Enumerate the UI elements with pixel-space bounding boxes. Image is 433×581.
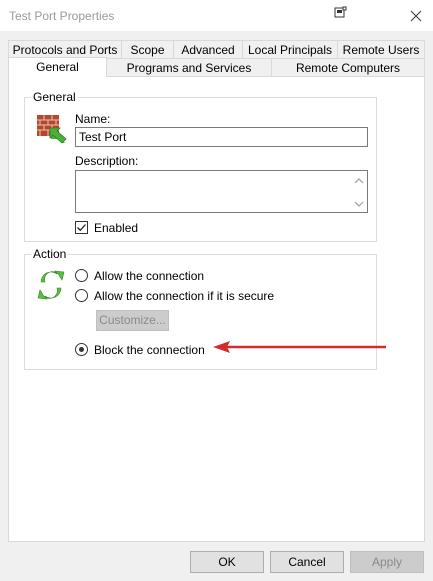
general-group-title: General — [31, 90, 78, 104]
help-icon[interactable] — [333, 6, 347, 20]
allow-connection-radio[interactable] — [75, 269, 88, 282]
description-label: Description: — [75, 154, 139, 168]
action-group-title: Action — [31, 247, 69, 261]
allow-secure-label: Allow the connection if it is secure — [94, 289, 275, 303]
general-group: General Name: Test Port Description: Ena… — [24, 90, 377, 242]
apply-button[interactable]: Apply — [350, 551, 424, 573]
annotation-arrow-icon — [213, 341, 386, 353]
name-label: Name: — [75, 112, 111, 126]
tab-panel: General Name: Test Port Description: Ena… — [8, 76, 425, 542]
scroll-up-icon[interactable] — [354, 177, 364, 185]
enabled-checkbox[interactable] — [75, 221, 88, 234]
name-field[interactable]: Test Port — [75, 127, 368, 147]
close-button[interactable] — [405, 5, 427, 27]
description-field[interactable] — [75, 170, 368, 213]
checkmark-icon — [77, 224, 86, 232]
block-connection-radio[interactable] — [75, 343, 88, 356]
customize-button[interactable]: Customize... — [96, 310, 169, 331]
scroll-down-icon[interactable] — [354, 200, 364, 208]
allow-secure-radio[interactable] — [75, 289, 88, 302]
tab-remote-users[interactable]: Remote Users — [337, 40, 425, 59]
tab-scope[interactable]: Scope — [121, 40, 174, 59]
allow-connection-label: Allow the connection — [94, 269, 205, 283]
ok-button[interactable]: OK — [190, 551, 264, 573]
close-icon — [410, 10, 422, 22]
window-title: Test Port Properties — [9, 9, 115, 23]
refresh-arrows-icon — [35, 268, 67, 302]
cancel-button[interactable]: Cancel — [270, 551, 344, 573]
tab-general[interactable]: General — [8, 57, 107, 77]
title-bar: Test Port Properties — [0, 0, 433, 32]
tab-programs-and-services[interactable]: Programs and Services — [106, 58, 272, 77]
tab-local-principals[interactable]: Local Principals — [242, 40, 338, 59]
tab-remote-computers[interactable]: Remote Computers — [271, 58, 425, 77]
block-connection-label: Block the connection — [94, 343, 205, 357]
firewall-icon — [35, 112, 69, 144]
tab-advanced[interactable]: Advanced — [173, 40, 243, 59]
enabled-label: Enabled — [94, 221, 139, 235]
